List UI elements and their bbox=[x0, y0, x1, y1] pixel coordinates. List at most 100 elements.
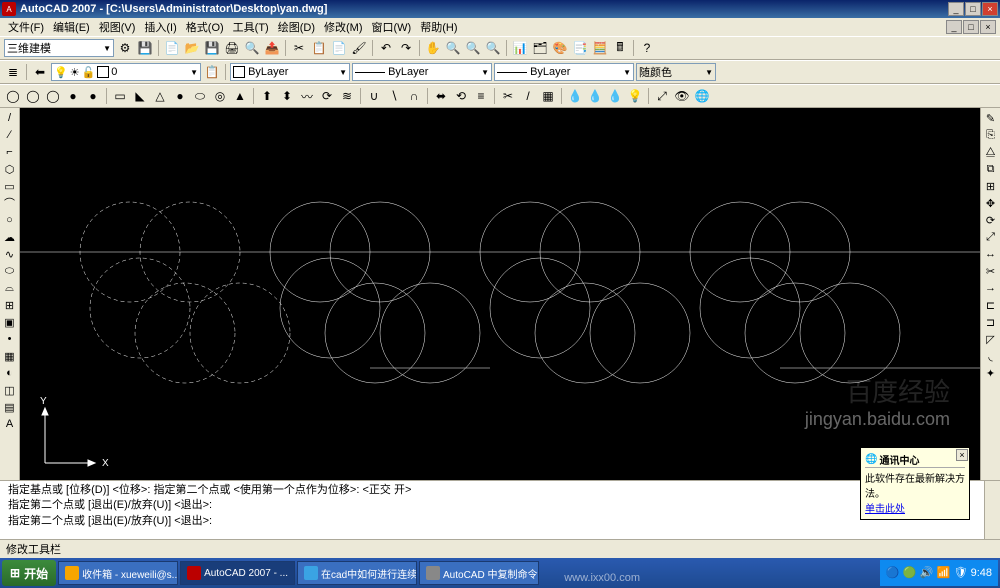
3dalign-icon[interactable]: ≡ bbox=[472, 87, 490, 105]
menu-modify[interactable]: 修改(M) bbox=[320, 17, 367, 37]
doc-minimize-button[interactable]: _ bbox=[946, 20, 962, 34]
undo-icon[interactable]: ↶ bbox=[377, 39, 395, 57]
close-button[interactable]: × bbox=[982, 2, 998, 16]
offset-icon[interactable]: ⧉ bbox=[983, 161, 999, 177]
menu-window[interactable]: 窗口(W) bbox=[368, 17, 416, 37]
box-icon[interactable]: ▭ bbox=[111, 87, 129, 105]
menu-help[interactable]: 帮助(H) bbox=[416, 17, 461, 37]
flatshot-icon[interactable]: ▦ bbox=[539, 87, 557, 105]
taskbar-item-autocad[interactable]: AutoCAD 2007 - ... bbox=[180, 561, 295, 585]
workspace-select[interactable]: 三维建模▼ bbox=[4, 39, 114, 57]
sweep-icon[interactable]: 〰 bbox=[298, 87, 316, 105]
designcenter-icon[interactable]: 🗂 bbox=[531, 39, 549, 57]
subtract-icon[interactable]: ∖ bbox=[385, 87, 403, 105]
zoom-realtime-icon[interactable]: 🔍 bbox=[444, 39, 462, 57]
revcloud-icon[interactable]: ☁ bbox=[2, 229, 18, 245]
preview-icon[interactable]: 🔍 bbox=[243, 39, 261, 57]
table-icon[interactable]: ▤ bbox=[2, 399, 18, 415]
workspace-settings-icon[interactable]: ⚙ bbox=[116, 39, 134, 57]
xline-icon[interactable]: ∕ bbox=[2, 127, 18, 143]
join-icon[interactable]: ⊐ bbox=[983, 314, 999, 330]
taskbar-item-outlook[interactable]: 收件箱 - xueweili@s... bbox=[58, 561, 178, 585]
rectangle-icon[interactable]: ▭ bbox=[2, 178, 18, 194]
insert-block-icon[interactable]: ⊞ bbox=[2, 297, 18, 313]
loft-icon[interactable]: ≋ bbox=[338, 87, 356, 105]
tray-icon-1[interactable]: 🔵 bbox=[886, 566, 900, 580]
planar-icon[interactable]: 💧 bbox=[606, 87, 624, 105]
paste-icon[interactable]: 📄 bbox=[330, 39, 348, 57]
redo-icon[interactable]: ↷ bbox=[397, 39, 415, 57]
vs-conceptual-icon[interactable]: ● bbox=[84, 87, 102, 105]
drawing-canvas[interactable]: X Y 百度经验 jingyan.baidu.com bbox=[20, 108, 980, 480]
cone-icon[interactable]: △ bbox=[151, 87, 169, 105]
ellipse-icon[interactable]: ⬭ bbox=[2, 263, 18, 279]
sphere-icon[interactable]: ● bbox=[171, 87, 189, 105]
popup-link[interactable]: 单击此处 bbox=[865, 504, 905, 515]
color-select[interactable]: ByLayer▼ bbox=[230, 63, 350, 81]
array-icon[interactable]: ⊞ bbox=[983, 178, 999, 194]
doc-close-button[interactable]: × bbox=[980, 20, 996, 34]
intersect-icon[interactable]: ∩ bbox=[405, 87, 423, 105]
torus-icon[interactable]: ◎ bbox=[211, 87, 229, 105]
matchprop-icon[interactable]: 🖌 bbox=[350, 39, 368, 57]
vs-hidden-icon[interactable]: ◯ bbox=[44, 87, 62, 105]
trim-icon[interactable]: ✂ bbox=[983, 263, 999, 279]
presspull-icon[interactable]: ⬍ bbox=[278, 87, 296, 105]
point-icon[interactable]: • bbox=[2, 331, 18, 347]
chamfer-icon[interactable]: ◸ bbox=[983, 331, 999, 347]
region-icon[interactable]: ◫ bbox=[2, 382, 18, 398]
menu-edit[interactable]: 编辑(E) bbox=[49, 17, 94, 37]
layer-previous-icon[interactable]: ⬅ bbox=[31, 63, 49, 81]
vs-3dwire-icon[interactable]: ◯ bbox=[24, 87, 42, 105]
workspace-save-icon[interactable]: 💾 bbox=[136, 39, 154, 57]
plot-icon[interactable]: 🖨 bbox=[223, 39, 241, 57]
rotate-icon[interactable]: ⟳ bbox=[983, 212, 999, 228]
taskbar-item-browser1[interactable]: 在cad中如何进行连续... bbox=[297, 561, 417, 585]
spline-icon[interactable]: ∿ bbox=[2, 246, 18, 262]
section-icon[interactable]: ✂ bbox=[499, 87, 517, 105]
break-icon[interactable]: ⊏ bbox=[983, 297, 999, 313]
revolve-icon[interactable]: ⟳ bbox=[318, 87, 336, 105]
erase-icon[interactable]: ✎ bbox=[983, 110, 999, 126]
explode-icon[interactable]: ✦ bbox=[983, 365, 999, 381]
tray-icon-2[interactable]: 🟢 bbox=[903, 566, 917, 580]
command-window[interactable]: 指定基点或 [位移(D)] <位移>: 指定第二个点或 <使用第一个点作为位移>… bbox=[0, 480, 1000, 540]
light-icon[interactable]: 💡 bbox=[626, 87, 644, 105]
tray-icon-volume[interactable]: 🔊 bbox=[920, 566, 934, 580]
open-icon[interactable]: 📂 bbox=[183, 39, 201, 57]
zoom-previous-icon[interactable]: 🔍 bbox=[484, 39, 502, 57]
layer-states-icon[interactable]: 📋 bbox=[203, 63, 221, 81]
copy-icon[interactable]: 📋 bbox=[310, 39, 328, 57]
circle-icon[interactable]: ○ bbox=[2, 212, 18, 228]
3dmove-icon[interactable]: ⬌ bbox=[432, 87, 450, 105]
scale-icon[interactable]: ⤢ bbox=[983, 229, 999, 245]
layer-select[interactable]: 💡 ☀ 🔓 0▼ bbox=[51, 63, 201, 81]
menu-insert[interactable]: 插入(I) bbox=[140, 17, 180, 37]
linetype-select[interactable]: ByLayer▼ bbox=[352, 63, 492, 81]
gradient-icon[interactable]: ◐ bbox=[2, 365, 18, 381]
hatch-icon[interactable]: ▦ bbox=[2, 348, 18, 364]
pyramid-icon[interactable]: ▲ bbox=[231, 87, 249, 105]
move-icon[interactable]: ✥ bbox=[983, 195, 999, 211]
mirror-icon[interactable]: ⧋ bbox=[983, 144, 999, 160]
vs-realistic-icon[interactable]: ● bbox=[64, 87, 82, 105]
cylinder-icon[interactable]: ⬭ bbox=[191, 87, 209, 105]
new-icon[interactable]: 📄 bbox=[163, 39, 181, 57]
wedge-icon[interactable]: ◣ bbox=[131, 87, 149, 105]
menu-draw[interactable]: 绘图(D) bbox=[274, 17, 319, 37]
popup-close-button[interactable]: × bbox=[956, 449, 968, 461]
vs-2dwire-icon[interactable]: ◯ bbox=[4, 87, 22, 105]
save-icon[interactable]: 💾 bbox=[203, 39, 221, 57]
view-icon[interactable]: 👁 bbox=[673, 87, 691, 105]
properties-icon[interactable]: 📊 bbox=[511, 39, 529, 57]
fillet-icon[interactable]: ◟ bbox=[983, 348, 999, 364]
maximize-button[interactable]: □ bbox=[965, 2, 981, 16]
tray-clock[interactable]: 9:48 bbox=[971, 567, 992, 579]
help-icon[interactable]: ? bbox=[638, 39, 656, 57]
ucs-icon[interactable]: ⤢ bbox=[653, 87, 671, 105]
polygon-icon[interactable]: ⬡ bbox=[2, 161, 18, 177]
menu-view[interactable]: 视图(V) bbox=[95, 17, 140, 37]
extrude-icon[interactable]: ⬆ bbox=[258, 87, 276, 105]
extend-icon[interactable]: → bbox=[983, 280, 999, 296]
pan-icon[interactable]: ✋ bbox=[424, 39, 442, 57]
